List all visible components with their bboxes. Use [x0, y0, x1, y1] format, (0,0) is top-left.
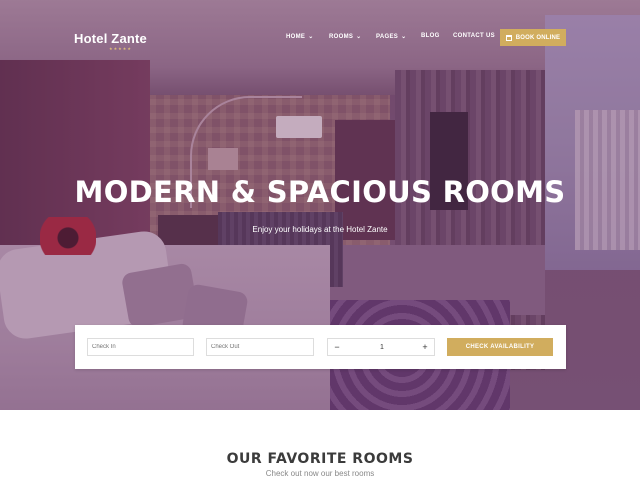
nav-item-label: HOME — [286, 34, 306, 40]
hero-subtitle: Enjoy your holidays at the Hotel Zante — [252, 225, 388, 234]
nav-item-contact[interactable]: CONTACT US — [453, 33, 495, 39]
nav-item-home[interactable]: HOME ⌄ — [286, 33, 314, 40]
check-availability-button[interactable]: CHECK AVAILABILITY — [447, 338, 553, 356]
chevron-down-icon: ⌄ — [356, 34, 362, 40]
booking-form: − 1 + CHECK AVAILABILITY — [75, 325, 566, 369]
guests-value[interactable]: 1 — [364, 339, 400, 355]
nav-item-label: PAGES — [376, 34, 399, 40]
book-online-label: BOOK ONLINE — [515, 34, 561, 41]
chevron-down-icon: ⌄ — [308, 34, 314, 40]
calendar-icon — [505, 34, 512, 41]
decrement-button[interactable]: − — [328, 339, 346, 355]
section-subtitle: Check out now our best rooms — [265, 469, 375, 478]
chevron-down-icon: ⌄ — [401, 34, 407, 40]
nav-item-label: CONTACT US — [453, 33, 495, 39]
guests-stepper: − 1 + — [327, 338, 435, 356]
increment-button[interactable]: + — [416, 339, 434, 355]
check-out-field[interactable] — [206, 338, 314, 356]
nav-item-pages[interactable]: PAGES ⌄ — [376, 33, 406, 40]
nav-item-blog[interactable]: BLOG — [421, 33, 440, 39]
book-online-button[interactable]: BOOK ONLINE — [500, 29, 566, 46]
hero-title: MODERN & SPACIOUS ROOMS — [74, 175, 566, 209]
brand-stars: ★★★★★ — [109, 46, 132, 51]
check-in-field[interactable] — [87, 338, 194, 356]
nav-item-label: BLOG — [421, 33, 440, 39]
nav-item-label: ROOMS — [329, 34, 354, 40]
brand-logo[interactable]: Hotel Zante — [74, 31, 147, 46]
nav-item-rooms[interactable]: ROOMS ⌄ — [329, 33, 362, 40]
page: Hotel Zante ★★★★★ HOME ⌄ ROOMS ⌄ PAGES ⌄ BL… — [0, 0, 640, 480]
section-title: OUR FAVORITE ROOMS — [226, 451, 414, 467]
